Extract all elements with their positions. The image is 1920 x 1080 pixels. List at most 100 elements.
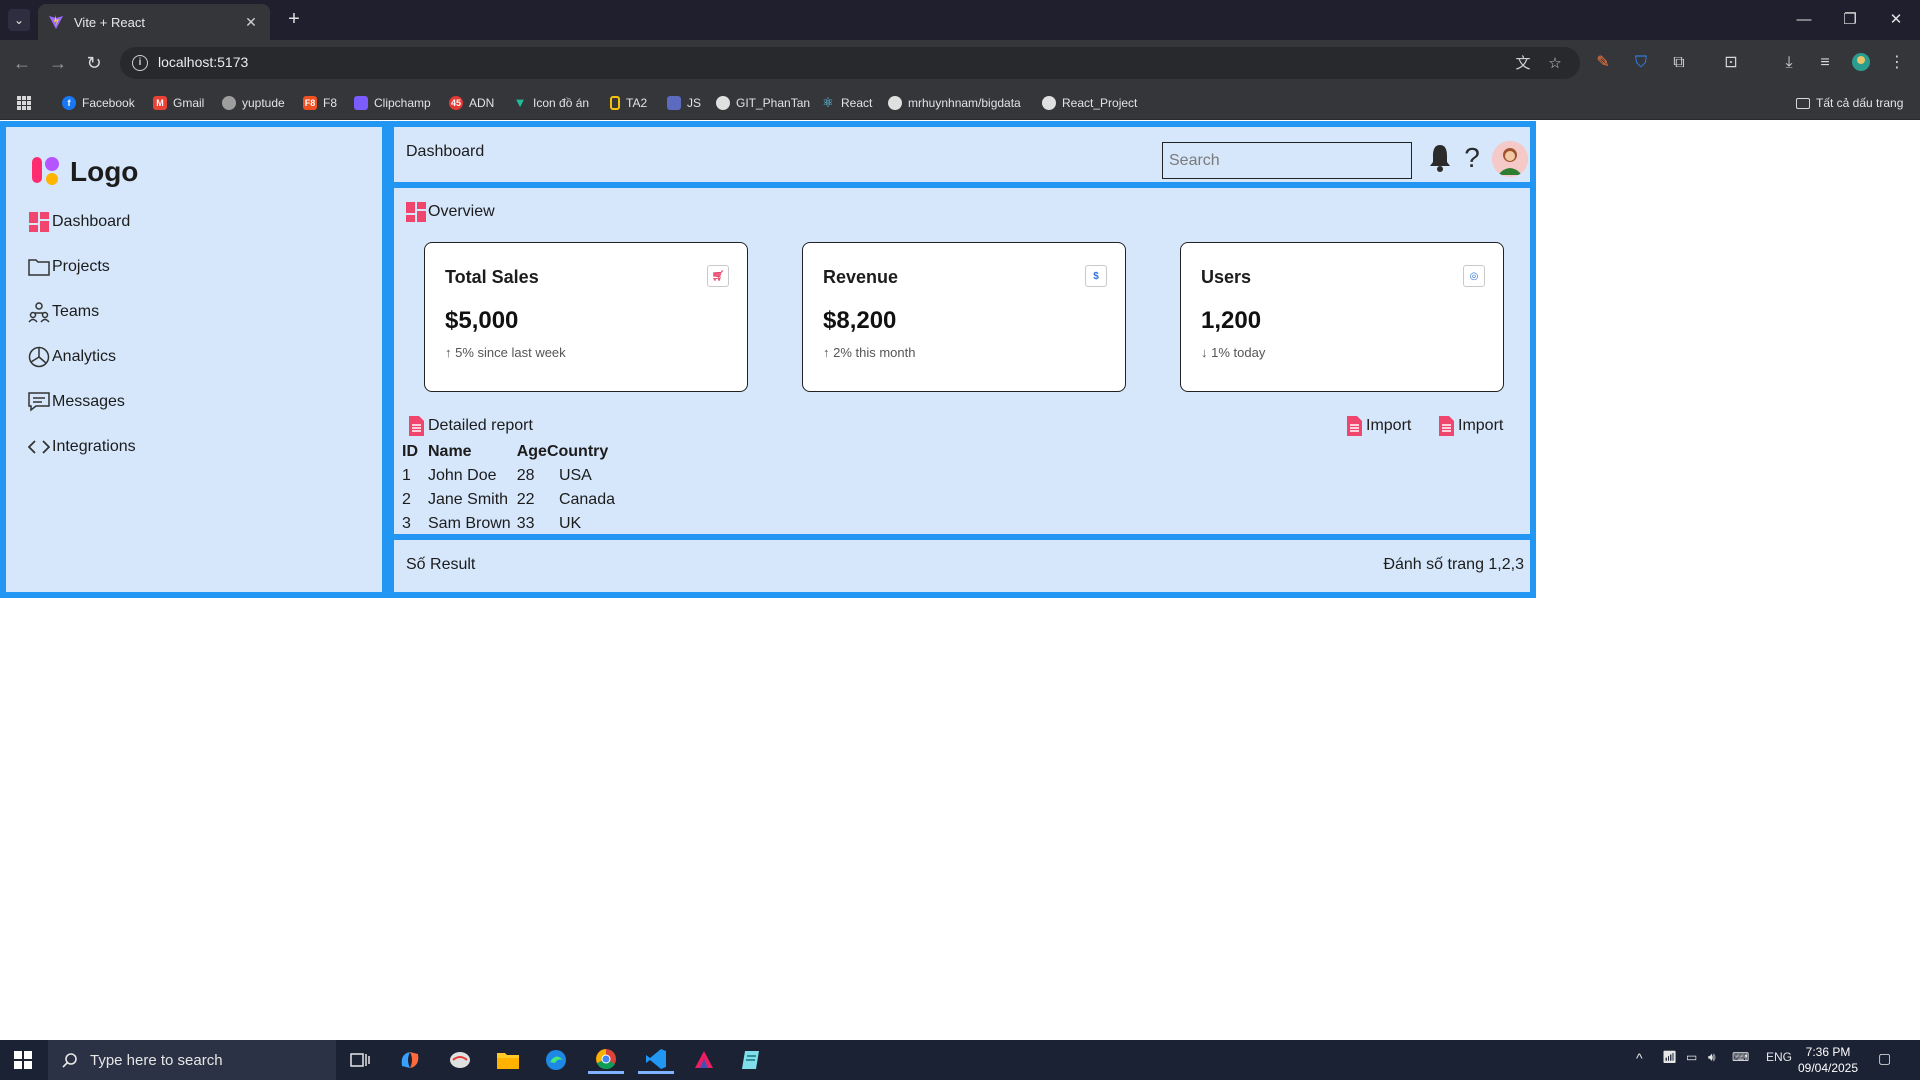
bookmark-clipchamp[interactable]: Clipchamp [354, 94, 431, 112]
adn-icon: 45 [449, 96, 463, 110]
media-control-icon[interactable]: ≡ [1814, 52, 1836, 74]
download-icon[interactable]: ⤓ [1778, 52, 1800, 74]
sidebar-item-messages[interactable]: Messages [28, 391, 125, 413]
bookmark-yuptude[interactable]: yuptude [222, 94, 285, 112]
import-button[interactable]: Import [1344, 416, 1411, 436]
bookmark-ta2[interactable]: TA2 [610, 94, 647, 112]
taskbar-search[interactable]: Type here to search [48, 1040, 336, 1080]
browser-tab[interactable]: Vite + React ✕ [38, 4, 270, 40]
bell-icon[interactable] [1426, 141, 1454, 175]
table-cell: 3 [402, 515, 411, 532]
notepad-icon[interactable] [734, 1046, 770, 1074]
screenshot-icon[interactable]: ⊡ [1720, 52, 1742, 74]
address-bar[interactable]: i localhost:5173 文 ☆ [120, 47, 1580, 79]
report-table: ID Name Age Country 1 John Doe 28 USA 2 … [398, 440, 621, 536]
table-cell: Sam Brown [428, 515, 511, 532]
bookmark-git-phantan[interactable]: GIT_PhanTan [716, 94, 810, 112]
extension-pen-icon[interactable]: ✎ [1592, 52, 1614, 74]
table-cell: 2 [402, 491, 411, 508]
new-tab-button[interactable]: + [282, 8, 306, 32]
all-bookmarks-button[interactable]: Tất cả dấu trang [1796, 94, 1903, 112]
github-icon [1042, 96, 1056, 110]
messenger-icon[interactable] [442, 1046, 478, 1074]
document-icon [1439, 416, 1454, 436]
battery-icon[interactable]: ▭ [1686, 1050, 1697, 1064]
bookmark-bigdata[interactable]: mrhuynhnam/bigdata [888, 94, 1021, 112]
chrome-icon[interactable] [588, 1046, 624, 1074]
folder-icon [28, 256, 50, 278]
apps-grid-icon[interactable] [16, 94, 32, 112]
stat-card-total-sales: Total Sales 🛒︎ $5,000 ↑ 5% since last we… [424, 242, 748, 392]
column-header: Country [546, 443, 609, 460]
extension-shield-icon[interactable]: ⛉ [1630, 52, 1652, 74]
pagination[interactable]: Đánh số trang 1,2,3 [1383, 556, 1524, 574]
bookmark-icon-do-an[interactable]: ▼ Icon đồ án [513, 94, 589, 112]
clock[interactable]: 7:36 PM 09/04/2025 [1794, 1044, 1862, 1076]
table-cell: 28 [516, 467, 535, 484]
tray-chevron-icon[interactable]: ^ [1636, 1050, 1643, 1066]
logo[interactable]: Logo [30, 155, 138, 189]
search-input[interactable] [1162, 142, 1412, 179]
bookmark-js[interactable]: JS [667, 94, 701, 112]
bookmark-react[interactable]: ⚛ React [821, 94, 872, 112]
site-info-icon[interactable]: i [132, 55, 148, 71]
card-value: 1,200 [1201, 307, 1262, 334]
bookmark-star-icon[interactable]: ☆ [1546, 55, 1564, 73]
bookmark-adn[interactable]: 45 ADN [449, 94, 494, 112]
task-view-icon[interactable] [342, 1046, 378, 1074]
close-window-icon[interactable]: ✕ [1876, 6, 1916, 34]
url-text: localhost:5173 [158, 54, 249, 70]
sidebar-item-label: Projects [52, 258, 110, 275]
bookmarks-bar: f Facebook M Gmail yuptude F8 F8 Clipchamp … [0, 86, 1920, 120]
language-indicator[interactable]: ENG [1766, 1050, 1792, 1064]
bookmark-facebook[interactable]: f Facebook [62, 94, 135, 112]
globe-icon [222, 96, 236, 110]
copilot-icon[interactable] [392, 1046, 428, 1074]
back-icon[interactable]: ← [10, 51, 34, 75]
card-value: $8,200 [823, 307, 897, 334]
forward-icon[interactable]: → [46, 51, 70, 75]
translate-icon[interactable]: 文 [1514, 55, 1532, 73]
vuetify-icon: ▼ [513, 95, 527, 110]
volume-icon[interactable]: 🔊︎ [1708, 1050, 1716, 1065]
card-note: ↑ 5% since last week [445, 345, 566, 360]
minimize-icon[interactable]: — [1784, 6, 1824, 34]
gmail-icon: M [153, 96, 167, 110]
code-icon [28, 436, 50, 458]
messages-icon [28, 391, 50, 413]
sidebar-item-label: Teams [52, 303, 100, 320]
logo-text: Logo [70, 156, 139, 187]
profile-icon[interactable] [1850, 52, 1872, 74]
windows-start-icon[interactable] [0, 1040, 46, 1080]
sidebar-item-label: Analytics [52, 348, 117, 365]
bookmark-f8[interactable]: F8 F8 [303, 94, 337, 112]
bookmark-react-project[interactable]: React_Project [1042, 94, 1137, 112]
keyboard-icon[interactable]: ⌨ [1732, 1050, 1749, 1064]
menu-dots-icon[interactable]: ⋮ [1886, 52, 1908, 74]
analytics-icon [28, 346, 50, 368]
help-icon[interactable]: ? [1458, 141, 1486, 175]
sidebar-item-integrations[interactable]: Integrations [28, 436, 136, 458]
notifications-icon[interactable]: ▢ [1878, 1050, 1891, 1067]
sidebar-item-analytics[interactable]: Analytics [28, 346, 116, 368]
extensions-puzzle-icon[interactable]: ⧉ [1668, 52, 1690, 74]
network-icon[interactable]: 📶︎ [1662, 1050, 1677, 1064]
bookmark-gmail[interactable]: M Gmail [153, 94, 204, 112]
reload-icon[interactable]: ↻ [82, 51, 106, 75]
sidebar-item-teams[interactable]: Teams [28, 301, 99, 323]
import-button[interactable]: Import [1436, 416, 1503, 436]
sidebar-item-dashboard[interactable]: Dashboard [28, 211, 130, 233]
tab-close-icon[interactable]: ✕ [242, 14, 260, 31]
edge-icon[interactable] [538, 1046, 574, 1074]
cart-icon: 🛒︎ [707, 265, 729, 287]
avatar[interactable] [1492, 141, 1528, 177]
tab-list-chevron-icon[interactable]: ⌄ [8, 9, 30, 31]
paint-icon[interactable] [686, 1046, 722, 1074]
clock-time: 7:36 PM [1805, 1045, 1851, 1059]
restore-icon[interactable]: ❐ [1830, 6, 1870, 34]
vscode-icon[interactable] [638, 1046, 674, 1074]
file-explorer-icon[interactable] [490, 1046, 526, 1074]
dashboard-icon [406, 202, 426, 222]
sidebar-item-projects[interactable]: Projects [28, 256, 110, 278]
document-icon [1347, 416, 1362, 436]
